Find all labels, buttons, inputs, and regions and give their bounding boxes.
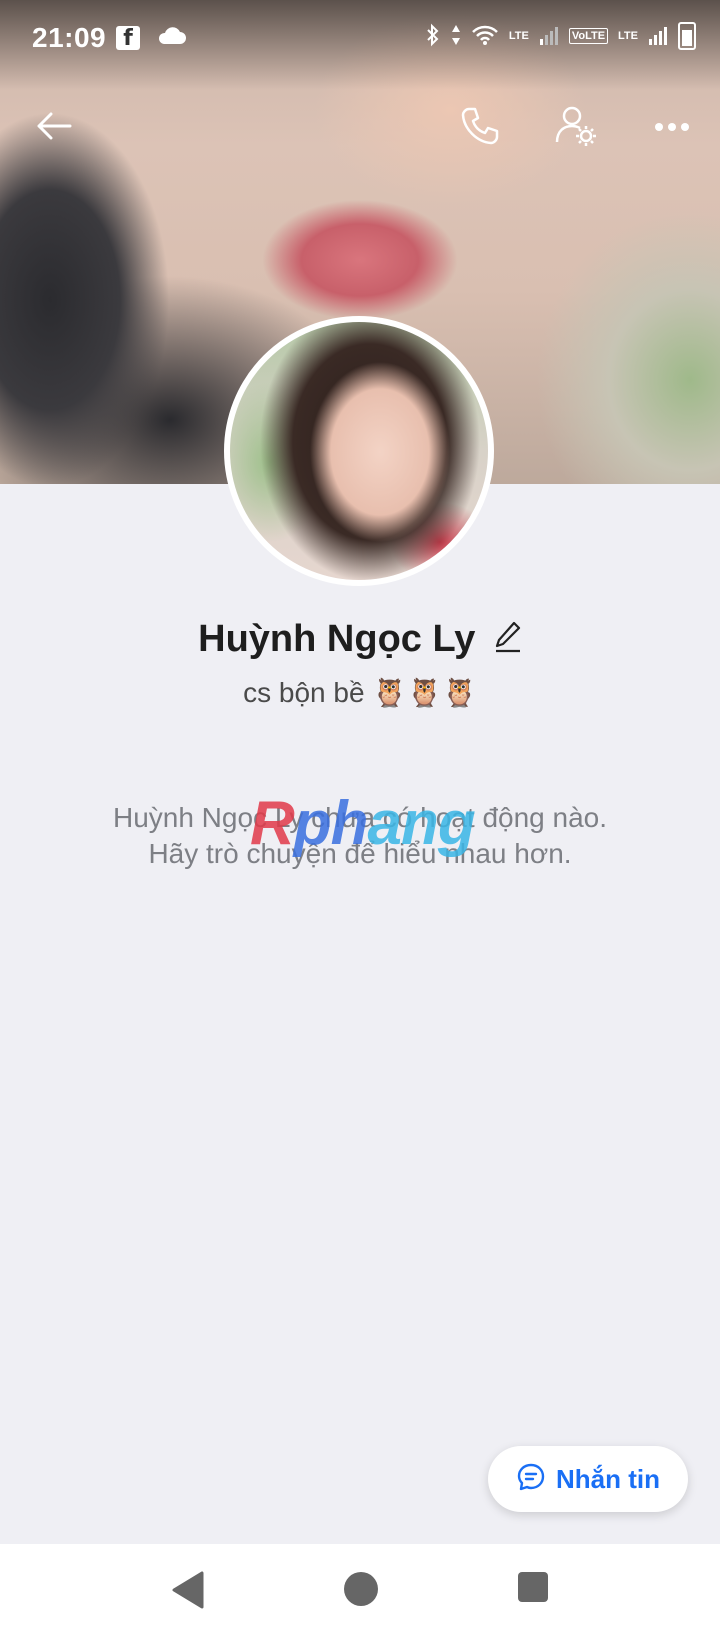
nav-back-icon[interactable]	[170, 1570, 204, 1615]
cloud-icon	[156, 26, 186, 51]
battery-icon	[678, 22, 696, 50]
status-indicators: LTE VoLTE LTE	[425, 22, 696, 50]
signal-icon-2	[648, 25, 668, 48]
nav-recents-icon[interactable]	[516, 1570, 550, 1609]
more-options-button[interactable]	[644, 100, 700, 156]
phone-icon	[459, 105, 501, 152]
back-arrow-icon	[34, 110, 74, 147]
watermark-logo: Rphang	[250, 788, 476, 859]
profile-settings-button[interactable]	[548, 100, 604, 156]
signal-icon	[539, 25, 559, 48]
lte-label: LTE	[508, 30, 529, 42]
call-button[interactable]	[452, 100, 508, 156]
system-navigation-bar	[0, 1544, 720, 1640]
facebook-notification-icon: f	[116, 26, 140, 51]
more-icon	[654, 119, 690, 137]
watermark-part-1: R	[250, 789, 295, 858]
send-message-button[interactable]: Nhắn tin	[488, 1446, 688, 1512]
profile-toolbar	[0, 88, 720, 168]
status-time: 21:09	[32, 22, 107, 53]
profile-name: Huỳnh Ngọc Ly	[198, 618, 476, 660]
chat-bubble-icon	[516, 1462, 546, 1497]
pencil-icon[interactable]	[494, 620, 522, 659]
data-transfer-icon	[451, 23, 461, 50]
profile-name-row: Huỳnh Ngọc Ly	[0, 618, 720, 661]
wifi-icon	[471, 24, 499, 49]
watermark-part-2: ph	[293, 789, 369, 858]
bluetooth-icon	[425, 23, 441, 50]
profile-avatar[interactable]	[224, 316, 494, 586]
back-button[interactable]	[26, 100, 82, 156]
volte-label: VoLTE	[568, 28, 609, 44]
nav-home-icon[interactable]	[342, 1570, 380, 1613]
user-settings-icon	[554, 104, 598, 153]
send-message-label: Nhắn tin	[556, 1463, 660, 1494]
watermark-part-3: ang	[367, 789, 476, 858]
profile-bio: cs bộn bề 🦉🦉🦉	[243, 677, 477, 708]
status-bar: 21:09 f LTE VoLTE LTE	[0, 0, 720, 80]
lte-label-2: LTE	[618, 30, 638, 42]
